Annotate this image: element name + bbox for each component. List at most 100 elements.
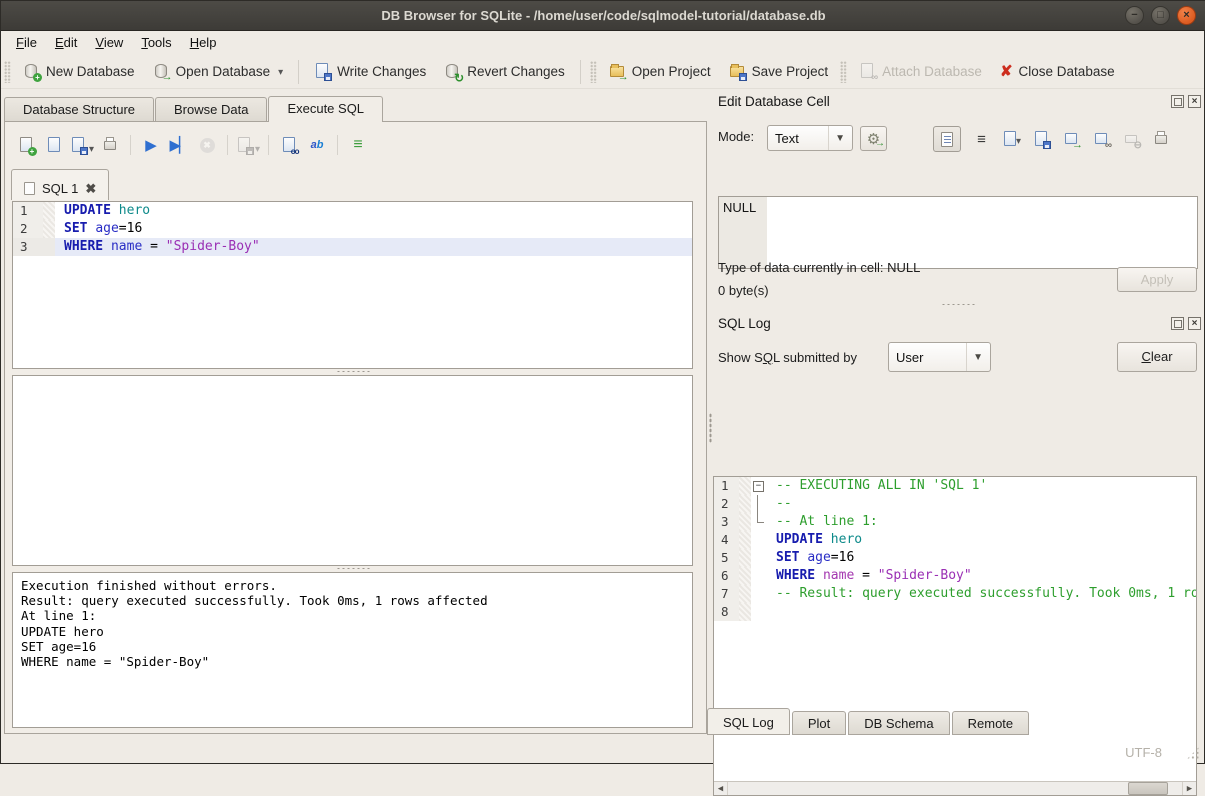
edit-cell-dock-header: Edit Database Cell × <box>718 94 1201 109</box>
chevron-down-icon: ▼ <box>966 343 983 371</box>
execute-current-line-icon[interactable]: ▶▏ <box>167 133 191 157</box>
results-grid[interactable] <box>12 375 693 566</box>
open-sql-file-icon[interactable] <box>42 133 66 157</box>
save-project-button[interactable]: Save Project <box>720 59 838 84</box>
mode-label: Mode: <box>718 129 754 144</box>
sql-tab-label: SQL 1 <box>42 181 78 196</box>
edit-cell-title: Edit Database Cell <box>718 94 830 109</box>
menu-help[interactable]: Help <box>181 32 226 55</box>
dock-tab-bar: SQL Log Plot DB Schema Remote <box>707 708 1031 735</box>
sql-doc-tab-bar: SQL 1 ✖ <box>11 169 109 200</box>
log-filter-select[interactable]: User ▼ <box>888 342 991 372</box>
close-database-button[interactable]: ✘ Close Database <box>991 59 1124 84</box>
execution-message-box[interactable]: Execution finished without errors.Result… <box>12 572 693 728</box>
tab-sql-log[interactable]: SQL Log <box>707 708 790 735</box>
attach-database-button: ∞ Attach Database <box>850 59 991 84</box>
close-dock-icon[interactable]: × <box>1188 95 1201 108</box>
editor-grid-splitter[interactable] <box>12 369 693 374</box>
scroll-right-icon[interactable]: ▶ <box>1182 782 1196 795</box>
menu-edit[interactable]: Edit <box>46 32 86 55</box>
code-line: 1UPDATE hero <box>13 202 692 220</box>
code-line: 2SET age=16 <box>13 220 692 238</box>
new-sql-tab-icon[interactable]: + <box>14 133 38 157</box>
message-line: UPDATE hero <box>21 624 684 639</box>
code-line: 6WHERE name = "Spider-Boy" <box>714 567 1196 585</box>
scrollbar-thumb[interactable] <box>1128 782 1169 795</box>
sql-log-dock-header: SQL Log × <box>718 316 1201 331</box>
sql-doc-tab[interactable]: SQL 1 ✖ <box>11 169 109 200</box>
revert-changes-button[interactable]: ↻ Revert Changes <box>435 59 574 84</box>
cell-size-label: 0 byte(s) <box>718 283 769 298</box>
code-line: 1-- EXECUTING ALL IN 'SQL 1' <box>714 477 1196 495</box>
float-dock-icon[interactable] <box>1171 95 1184 108</box>
code-line: 7-- Result: query executed successfully.… <box>714 585 1196 603</box>
sql-editor[interactable]: 1UPDATE hero2SET age=163WHERE name = "Sp… <box>12 201 693 369</box>
toggle-wrap-lines-icon[interactable]: ≡ <box>346 133 370 157</box>
minimize-button[interactable]: − <box>1125 6 1144 25</box>
dock-splitter[interactable] <box>718 302 1198 307</box>
toolbar-grip <box>590 61 597 83</box>
log-horizontal-scrollbar[interactable]: ◀ ▶ <box>714 781 1196 795</box>
tab-database-structure[interactable]: Database Structure <box>4 97 154 122</box>
export-data-icon[interactable] <box>1032 130 1051 149</box>
cell-editor-icon-bar: ≡ ▾ → ∞ ⊖ <box>933 126 1171 152</box>
import-data-icon[interactable]: ▾ <box>1002 130 1021 149</box>
chevron-down-icon[interactable]: ▾ <box>278 67 283 80</box>
new-database-button[interactable]: + New Database <box>14 59 144 84</box>
revert-changes-icon: ↻ <box>444 63 461 80</box>
execute-all-icon[interactable]: ▶ <box>139 133 163 157</box>
open-database-button[interactable]: → Open Database ▾ <box>144 59 293 84</box>
tab-plot[interactable]: Plot <box>792 711 846 735</box>
cell-value: NULL <box>723 200 756 215</box>
code-line: 5SET age=16 <box>714 549 1196 567</box>
find-in-sql-icon[interactable]: oo <box>277 133 301 157</box>
print-icon[interactable] <box>98 133 122 157</box>
stop-execution-icon: ✖ <box>195 133 219 157</box>
toolbar-grip <box>4 61 11 83</box>
float-dock-icon[interactable] <box>1171 317 1184 330</box>
resize-grip[interactable] <box>1186 746 1200 760</box>
message-line: SET age=16 <box>21 639 684 654</box>
text-mode-icon[interactable] <box>933 126 961 152</box>
code-line: 2-- <box>714 495 1196 513</box>
word-wrap-icon[interactable]: ≡ <box>972 130 991 149</box>
tab-remote[interactable]: Remote <box>952 711 1030 735</box>
window-controls: − □ × <box>1125 6 1196 25</box>
tab-execute-sql[interactable]: Execute SQL <box>268 96 383 122</box>
statusbar: UTF-8 <box>1 739 1204 764</box>
auto-apply-button[interactable]: ⚙→ <box>860 126 887 151</box>
project-save-icon <box>729 63 746 80</box>
mode-select[interactable]: Text ▼ <box>767 125 853 151</box>
sql-editor-toolbar: + ▾ ▶ ▶▏ ✖ ▾ oo ab ≡ <box>14 133 370 157</box>
project-open-icon: → <box>609 63 626 80</box>
write-changes-button[interactable]: Write Changes <box>305 59 435 84</box>
grid-message-splitter[interactable] <box>12 566 693 571</box>
code-line: 3-- At line 1: <box>714 513 1196 531</box>
apply-button: Apply <box>1117 267 1197 292</box>
mode-value: Text <box>775 131 799 146</box>
save-sql-file-icon[interactable]: ▾ <box>70 133 94 157</box>
print-cell-icon[interactable] <box>1152 130 1171 149</box>
close-dock-icon[interactable]: × <box>1188 317 1201 330</box>
window-title: DB Browser for SQLite - /home/user/code/… <box>1 1 1205 31</box>
open-project-button[interactable]: → Open Project <box>600 59 720 84</box>
clear-log-button[interactable]: Clear <box>1117 342 1197 372</box>
toolbar-grip <box>840 61 847 83</box>
menu-view[interactable]: View <box>86 32 132 55</box>
sql-log-title: SQL Log <box>718 316 771 331</box>
copy-link-icon[interactable]: ∞ <box>1092 130 1111 149</box>
menu-file[interactable]: File <box>7 32 46 55</box>
message-line: WHERE name = "Spider-Boy" <box>21 654 684 669</box>
tab-db-schema[interactable]: DB Schema <box>848 711 949 735</box>
maximize-button[interactable]: □ <box>1151 6 1170 25</box>
scroll-left-icon[interactable]: ◀ <box>714 782 728 795</box>
menu-tools[interactable]: Tools <box>132 32 180 55</box>
tab-browse-data[interactable]: Browse Data <box>155 97 267 122</box>
close-tab-icon[interactable]: ✖ <box>85 181 96 197</box>
open-external-icon[interactable]: → <box>1062 130 1081 149</box>
close-button[interactable]: × <box>1177 6 1196 25</box>
sql-file-icon <box>24 182 35 195</box>
encoding-indicator[interactable]: UTF-8 <box>1125 745 1162 760</box>
cell-value-editor[interactable]: NULL <box>718 196 1198 269</box>
auto-format-icon[interactable]: ab <box>305 133 329 157</box>
